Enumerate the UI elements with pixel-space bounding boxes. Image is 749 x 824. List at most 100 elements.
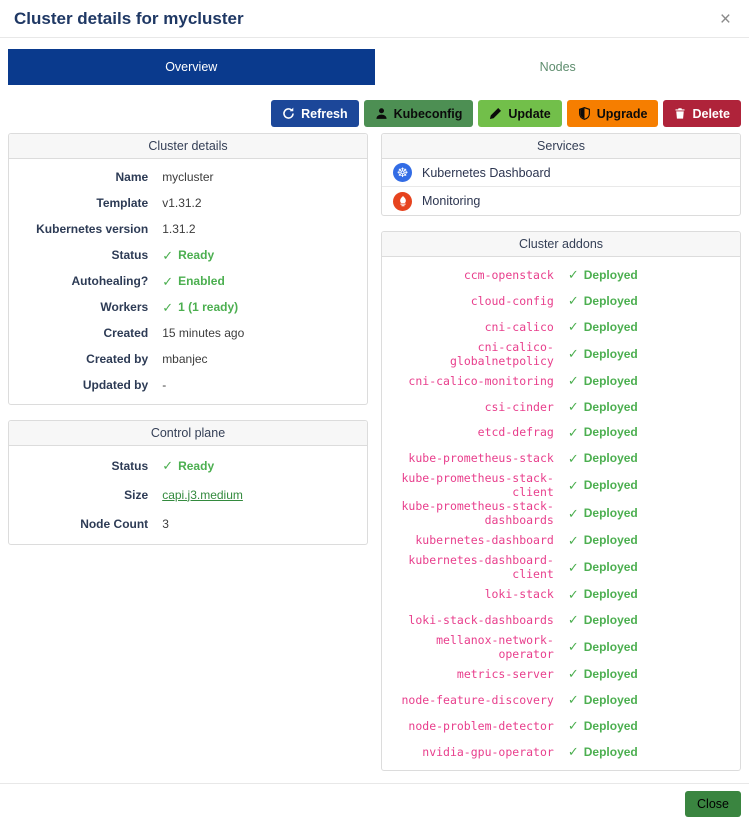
update-button[interactable]: Update xyxy=(478,100,561,127)
row-label: Created xyxy=(9,326,148,340)
tab-nodes[interactable]: Nodes xyxy=(375,49,742,85)
addon-status: ✓ Deployed xyxy=(568,400,740,414)
addon-status-label: Deployed xyxy=(584,587,638,601)
row-value: 3 xyxy=(162,517,357,531)
detail-row-created-by: Created by mbanjec xyxy=(9,346,367,372)
addon-status: ✓ Deployed xyxy=(568,478,740,492)
detail-row-status: Status ✓Ready xyxy=(9,242,367,268)
addon-status-label: Deployed xyxy=(584,506,638,520)
addon-name: loki-stack xyxy=(382,587,554,601)
delete-button[interactable]: Delete xyxy=(663,100,741,127)
modal-body: Cluster details Name mycluster Template … xyxy=(0,133,749,786)
addon-status: ✓ Deployed xyxy=(568,320,740,334)
addon-status: ✓ Deployed xyxy=(568,693,740,707)
addon-name: csi-cinder xyxy=(382,400,554,414)
row-value: mbanjec xyxy=(162,352,357,366)
cp-row-size: Size capi.j3.medium xyxy=(9,480,367,509)
kubeconfig-button[interactable]: Kubeconfig xyxy=(364,100,474,127)
service-label: Kubernetes Dashboard xyxy=(422,166,551,180)
status-text: Enabled xyxy=(178,274,225,288)
kubeconfig-label: Kubeconfig xyxy=(394,107,463,121)
addon-name: loki-stack-dashboards xyxy=(382,613,554,627)
cp-row-status: Status ✓Ready xyxy=(9,451,367,480)
addon-row: metrics-server ✓ Deployed xyxy=(382,661,740,687)
check-icon: ✓ xyxy=(568,613,579,626)
close-icon[interactable]: × xyxy=(716,10,735,29)
check-icon: ✓ xyxy=(568,400,579,413)
addon-name: node-feature-discovery xyxy=(382,693,554,707)
tab-bar: Overview Nodes xyxy=(8,49,741,85)
kubernetes-icon: ☸ xyxy=(393,163,412,182)
detail-row-k8s-version: Kubernetes version 1.31.2 xyxy=(9,216,367,242)
row-label: Template xyxy=(9,196,148,210)
cluster-details-modal: Cluster details for mycluster × Overview… xyxy=(0,0,749,824)
check-icon: ✓ xyxy=(568,640,579,653)
check-icon: ✓ xyxy=(568,426,579,439)
addon-row: etcd-defrag ✓ Deployed xyxy=(382,419,740,445)
addon-name: cloud-config xyxy=(382,294,554,308)
addon-name: ccm-openstack xyxy=(382,268,554,282)
detail-row-template: Template v1.31.2 xyxy=(9,190,367,216)
row-value: ✓ Enabled xyxy=(162,274,357,288)
refresh-button[interactable]: Refresh xyxy=(271,100,359,127)
addon-name: kube-prometheus-stack-dashboards xyxy=(382,499,554,527)
addon-row: cni-calico ✓ Deployed xyxy=(382,314,740,340)
addon-name: mellanox-network-operator xyxy=(382,633,554,661)
row-label: Status xyxy=(9,248,148,262)
prometheus-icon xyxy=(393,192,412,211)
tab-overview[interactable]: Overview xyxy=(8,49,375,85)
delete-label: Delete xyxy=(692,107,730,121)
check-icon: ✓ xyxy=(568,719,579,732)
trash-icon xyxy=(674,107,686,120)
addon-status: ✓ Deployed xyxy=(568,667,740,681)
refresh-icon xyxy=(282,107,295,120)
addon-name: cni-calico xyxy=(382,320,554,334)
addon-status-label: Deployed xyxy=(584,451,638,465)
close-button[interactable]: Close xyxy=(685,791,741,817)
detail-row-workers: Workers ✓1 (1 ready) xyxy=(9,294,367,320)
detail-row-updated-by: Updated by - xyxy=(9,372,367,398)
check-icon: ✓ xyxy=(568,347,579,360)
action-toolbar: Refresh Kubeconfig Update Upgrade Delete xyxy=(8,100,741,127)
check-icon: ✓ xyxy=(568,745,579,758)
addon-row: node-feature-discovery ✓ Deployed xyxy=(382,687,740,713)
addon-status: ✓ Deployed xyxy=(568,506,740,520)
right-column: Services ☸ Kubernetes Dashboard Monitori… xyxy=(381,133,741,786)
upgrade-button[interactable]: Upgrade xyxy=(567,100,659,127)
check-icon: ✓ xyxy=(162,459,173,472)
addon-status: ✓ Deployed xyxy=(568,640,740,654)
status-text: 1 (1 ready) xyxy=(178,300,238,314)
modal-footer: Close xyxy=(0,783,749,824)
row-label: Created by xyxy=(9,352,148,366)
size-link[interactable]: capi.j3.medium xyxy=(162,488,243,502)
row-label: Size xyxy=(9,488,148,502)
addon-status-label: Deployed xyxy=(584,374,638,388)
addon-status: ✓ Deployed xyxy=(568,745,740,759)
addon-status-label: Deployed xyxy=(584,745,638,759)
row-value: 15 minutes ago xyxy=(162,326,357,340)
addon-name: cni-calico-monitoring xyxy=(382,374,554,388)
addon-name: cni-calico-globalnetpolicy xyxy=(382,340,554,368)
addon-row: loki-stack ✓ Deployed xyxy=(382,581,740,607)
row-label: Kubernetes version xyxy=(9,222,148,236)
check-icon: ✓ xyxy=(568,479,579,492)
check-icon: ✓ xyxy=(162,301,173,314)
refresh-label: Refresh xyxy=(301,107,348,121)
row-label: Status xyxy=(9,459,148,473)
row-value: v1.31.2 xyxy=(162,196,357,210)
service-kubernetes-dashboard[interactable]: ☸ Kubernetes Dashboard xyxy=(382,159,740,187)
modal-header: Cluster details for mycluster × xyxy=(0,0,749,38)
check-icon: ✓ xyxy=(568,374,579,387)
addon-row: kube-prometheus-stack-client ✓ Deployed xyxy=(382,471,740,499)
control-plane-panel: Control plane Status ✓Ready Size capi.j3… xyxy=(8,420,368,545)
control-plane-body: Status ✓Ready Size capi.j3.medium Node C… xyxy=(9,446,367,544)
addon-status-label: Deployed xyxy=(584,693,638,707)
addon-status-label: Deployed xyxy=(584,533,638,547)
addon-row: kubernetes-dashboard-client ✓ Deployed xyxy=(382,553,740,581)
check-icon: ✓ xyxy=(568,561,579,574)
row-value: 1.31.2 xyxy=(162,222,357,236)
service-monitoring[interactable]: Monitoring xyxy=(382,187,740,215)
check-icon: ✓ xyxy=(162,275,173,288)
addon-name: node-problem-detector xyxy=(382,719,554,733)
row-label: Name xyxy=(9,170,148,184)
